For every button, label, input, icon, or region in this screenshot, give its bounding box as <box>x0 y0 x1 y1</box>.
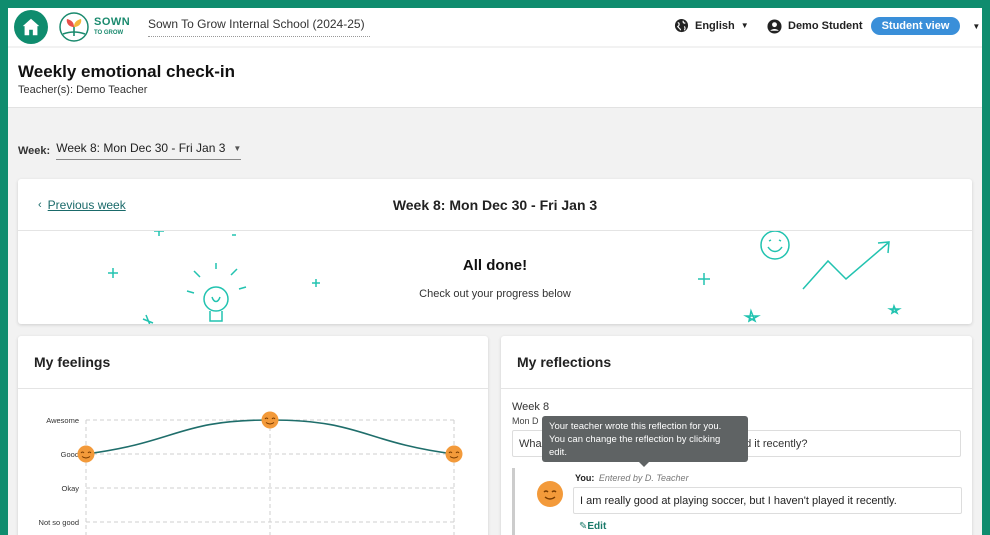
y-tick-label: Good <box>61 450 79 459</box>
feelings-title: My feelings <box>34 354 111 370</box>
question-start: Wha <box>519 438 542 450</box>
account-icon <box>767 18 782 34</box>
celebration-doodles <box>108 231 902 324</box>
divider <box>501 388 972 389</box>
feeling-point-face-icon[interactable] <box>261 411 279 429</box>
reflection-date: Mon D <box>512 416 539 426</box>
y-tick-label: Not so good <box>39 518 79 527</box>
user-menu[interactable]: Demo Student Student view ▼ <box>767 17 980 35</box>
language-selector[interactable]: English ▼ <box>674 18 749 33</box>
feeling-point-face-icon[interactable] <box>77 445 95 463</box>
app-frame: SOWN TO GROW Sown To Grow Internal Schoo… <box>8 8 982 535</box>
logo-line1: SOWN <box>94 15 131 28</box>
entered-by: Entered by D. Teacher <box>598 473 689 483</box>
my-feelings-card: My feelings Awesome Good Okay Not so good <box>18 336 488 535</box>
logo[interactable]: SOWN TO GROW <box>58 12 130 42</box>
reflection-answer-block: You: Entered by D. Teacher I am really g… <box>512 468 962 535</box>
user-menu-caret-icon[interactable]: ▼ <box>972 22 980 31</box>
reflection-author: You: Entered by D. Teacher <box>575 473 689 483</box>
edit-reflection-button[interactable]: ✎Edit <box>579 521 606 532</box>
week-dropdown-value: Week 8: Mon Dec 30 - Fri Jan 3 <box>56 141 226 155</box>
home-icon <box>22 18 40 36</box>
you-label: You: <box>575 473 595 483</box>
week-card-title: Week 8: Mon Dec 30 - Fri Jan 3 <box>392 197 598 213</box>
reflection-answer[interactable]: I am really good at playing soccer, but … <box>573 487 962 514</box>
week-selector-row: Week: Week 8: Mon Dec 30 - Fri Jan 3 ▼ <box>18 141 242 160</box>
student-view-button[interactable]: Student view <box>870 17 961 35</box>
reflections-title: My reflections <box>517 354 612 370</box>
top-bar: SOWN TO GROW Sown To Grow Internal Schoo… <box>8 8 982 46</box>
reflection-week: Week 8 <box>512 401 550 413</box>
feelings-chart: Awesome Good Okay Not so good <box>39 411 463 535</box>
sprout-logo-icon <box>59 12 89 42</box>
logo-line2: TO GROW <box>94 29 124 36</box>
tooltip-line3: edit. <box>549 447 567 458</box>
week-label: Week: <box>18 144 51 157</box>
user-name: Demo Student <box>788 20 863 32</box>
week-card-header: ‹ Previous week Week 8: Mon Dec 30 - Fri… <box>18 179 972 231</box>
question-end: ed it recently? <box>739 438 808 450</box>
tooltip-line1: Your teacher wrote this reflection for y… <box>549 421 722 432</box>
teacher-list: Teacher(s): Demo Teacher <box>18 84 148 96</box>
progress-note: Check out your progress below <box>419 288 571 300</box>
logo-text: SOWN TO GROW <box>94 15 131 38</box>
week-dropdown[interactable]: Week 8: Mon Dec 30 - Fri Jan 3 ▼ <box>56 141 242 160</box>
y-tick-label: Okay <box>61 484 79 493</box>
school-selector[interactable]: Sown To Grow Internal School (2024-25) <box>148 17 370 37</box>
y-tick-label: Awesome <box>46 416 79 425</box>
edit-tooltip: Your teacher wrote this reflection for y… <box>542 416 748 467</box>
all-done-title: All done! <box>462 257 528 274</box>
edit-label: Edit <box>587 521 607 532</box>
language-label: English <box>695 19 735 32</box>
week-summary-card: ‹ Previous week Week 8: Mon Dec 30 - Fri… <box>18 179 972 324</box>
tooltip-line2: You can change the reflection by clickin… <box>549 434 721 445</box>
home-button[interactable] <box>14 10 48 44</box>
feeling-point-face-icon[interactable] <box>445 445 463 463</box>
globe-icon <box>674 18 689 33</box>
caret-down-icon: ▼ <box>740 21 749 30</box>
page-title: Weekly emotional check-in <box>18 62 235 81</box>
week-dropdown-caret-icon: ▼ <box>233 143 242 153</box>
good-face-icon <box>537 481 563 507</box>
page-header: Weekly emotional check-in Teacher(s): De… <box>8 48 982 108</box>
